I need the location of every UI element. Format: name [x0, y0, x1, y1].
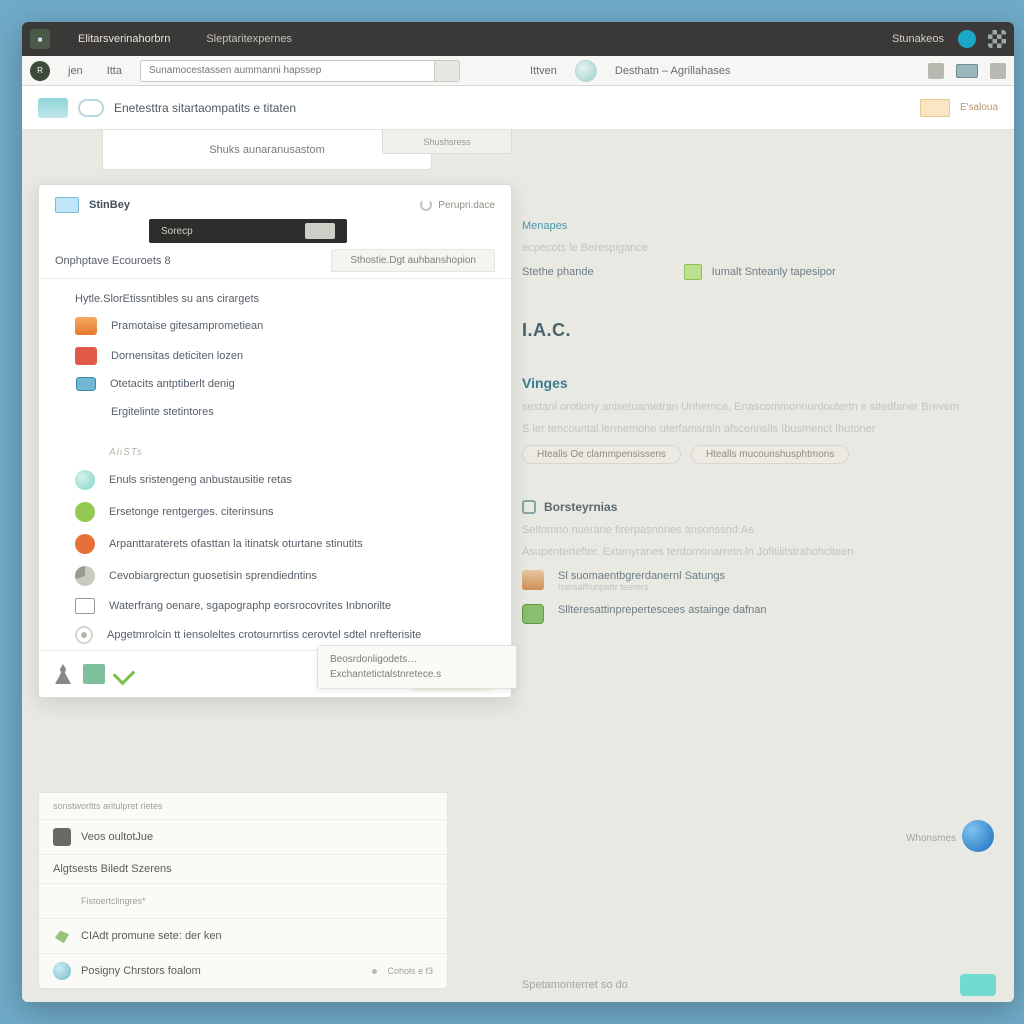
panel-subhead-tab[interactable]: Sthostie.Dgt auhbanshopion [331, 249, 495, 272]
list-item[interactable]: Enuls sristengeng anbustausitie retas [39, 464, 511, 496]
lower-item[interactable]: Veos oultotJue [39, 819, 447, 854]
chip-2[interactable]: Htealls mucounshusphtmons [691, 445, 849, 464]
row-plain-text: Stethe phande [522, 266, 594, 278]
lower-item[interactable]: Fistoertclingres* [39, 883, 447, 918]
list-item[interactable]: Waterfrang oenare, sgapographp eorsrocov… [39, 592, 511, 620]
lower-item[interactable]: Algtsests Biledt Szerens [39, 854, 447, 883]
search-button[interactable] [434, 60, 460, 82]
panel-title: Borsteyrnias [544, 500, 617, 514]
folder-icon [75, 598, 95, 614]
person-icon[interactable] [53, 664, 73, 684]
tooltip: Beosrdonligodets… Exchantetictalstnretec… [317, 645, 517, 689]
row-inline-label: Iumalt Snteanly tapesipor [712, 266, 836, 278]
topbar-right-label: Stunakeos [892, 33, 944, 45]
tool-icon-2[interactable] [990, 63, 1006, 79]
notifications-icon[interactable] [958, 30, 976, 48]
search-input[interactable] [140, 60, 434, 82]
refresh-icon [420, 199, 432, 211]
list-item[interactable]: Otetacits antptiberlt denig [39, 371, 511, 397]
cloud-icon [78, 99, 104, 117]
search-box [140, 60, 460, 82]
panel-head-icon [55, 197, 79, 213]
chip-1[interactable]: Htealls Oe clammpensissens [522, 445, 681, 464]
page-thumb-icon [38, 98, 68, 118]
body-line-2: S ler tencountal lermemohe uterfamsraln … [522, 423, 994, 435]
filter-label[interactable]: Ittven [524, 65, 563, 77]
body-line-1: sestanl orotlony anisetuametran Unhemce,… [522, 401, 994, 413]
item-icon [75, 534, 95, 554]
check-icon [113, 663, 136, 686]
lower-item[interactable]: sonstworltts aritulpret rietes [39, 793, 447, 819]
group-2-label: AliSTs [39, 427, 511, 464]
footer-action-button[interactable] [960, 974, 996, 996]
app-topbar: ■ Elitarsverinahorbrn Sleptaritexpernes … [22, 22, 1014, 56]
topbar-tab-primary[interactable]: Elitarsverinahorbrn [60, 22, 188, 56]
item-icon [75, 403, 97, 421]
panel-head-label: StinBey [89, 199, 130, 211]
app-logo-icon: ■ [30, 29, 50, 49]
file-name-1[interactable]: Sl suomaentbgrerdanernl Satungs [558, 570, 725, 582]
file-name-2[interactable]: Sllteresattinprepertescees astainge dafn… [558, 604, 767, 616]
item-icon [75, 566, 95, 586]
square-icon [53, 828, 71, 846]
mode-label-2[interactable]: Itta [101, 65, 128, 77]
actions-panel: StinBey Perupri.dace Sorecp Onphptave Ec… [38, 184, 512, 698]
item-icon [75, 317, 97, 335]
link-primary[interactable]: Menapes [522, 220, 567, 232]
bullet-icon [75, 626, 93, 644]
group-1-label: Hytle.SlorEtissntibles su ans cirargets [39, 279, 511, 311]
list-item[interactable]: Cevobiargrectun guosetisin sprendiedntin… [39, 560, 511, 592]
apps-grid-icon[interactable] [988, 30, 1006, 48]
item-icon [76, 377, 96, 391]
list-item[interactable]: Pramotaise gitesamprometiean [39, 311, 511, 341]
status-orb-label: Whonsmes [906, 833, 956, 844]
panel-text-2: Asupentertefter. Extenyranes terdomonarr… [522, 546, 994, 558]
list-item[interactable]: Ergitelinte stetintores [39, 397, 511, 427]
item-icon [75, 470, 95, 490]
item-icon [75, 347, 97, 365]
list-item[interactable]: Dornensitas deticiten lozen [39, 341, 511, 371]
content-tab-secondary[interactable]: Shushsress [382, 130, 512, 154]
leaf-icon [53, 927, 71, 945]
page-title-bar: Enetesttra sitartaompatits e titaten E's… [22, 86, 1014, 130]
lower-list: sonstworltts aritulpret rietes Veos oult… [38, 792, 448, 989]
section-heading: I.A.C. [522, 320, 994, 341]
subsection-heading: Vinges [522, 375, 994, 391]
status-orb-icon[interactable] [962, 820, 994, 852]
page-badge-label: E'saloua [960, 102, 998, 113]
tool-icon-1[interactable] [928, 63, 944, 79]
tooltip-line-2: Exchantetictalstnretece.s [330, 667, 504, 682]
topbar-tab-secondary[interactable]: Sleptaritexpernes [188, 22, 310, 56]
tooltip-line-1: Beosrdonligodets… [330, 652, 504, 667]
panel-text-1: Seltomno nuerane firerpasnones ansonssnd… [522, 524, 994, 536]
link-sub: ecpecots le Berespigance [522, 242, 994, 254]
avatar-icon[interactable] [575, 60, 597, 82]
file-tag-icon [684, 264, 702, 280]
globe-icon [53, 962, 71, 980]
breadcrumb-label: Desthatn – Agrillahases [609, 65, 737, 77]
building-icon[interactable] [83, 664, 105, 684]
toolbar: R jen Itta Ittven Desthatn – Agrillahase… [22, 56, 1014, 86]
workspace-badge-icon[interactable]: R [30, 61, 50, 81]
item-icon [75, 502, 95, 522]
mode-label-1[interactable]: jen [62, 65, 89, 77]
bullet-icon [372, 969, 377, 974]
lower-item[interactable]: Posigny Chrstors foalom Cohols e f3 [39, 953, 447, 988]
lower-item[interactable]: CIAdt promune sete: der ken [39, 918, 447, 953]
panel-refresh-button[interactable]: Perupri.dace [420, 199, 495, 211]
panel-dark-tab[interactable]: Sorecp [149, 219, 347, 243]
file-sub-1: Isersaff/unpettr teerers [558, 582, 725, 592]
panel-icon [522, 500, 536, 514]
card-icon[interactable] [956, 64, 978, 78]
list-item[interactable]: Ersetonge rentgerges. citerinsuns [39, 496, 511, 528]
panel-footer: Beosrdonligodets… Exchantetictalstnretec… [39, 650, 511, 697]
page-title: Enetesttra sitartaompatits e titaten [114, 101, 296, 115]
file-icon-1 [522, 570, 544, 590]
page-badge-icon [920, 99, 950, 117]
footer-text: Spetamonterret so do [522, 979, 950, 991]
panel-subhead: Onphptave Ecouroets 8 [55, 255, 171, 267]
drag-handle-icon[interactable] [305, 223, 335, 239]
file-icon-2 [522, 604, 544, 624]
list-item[interactable]: Arpanttaraterets ofasttan la itinatsk ot… [39, 528, 511, 560]
